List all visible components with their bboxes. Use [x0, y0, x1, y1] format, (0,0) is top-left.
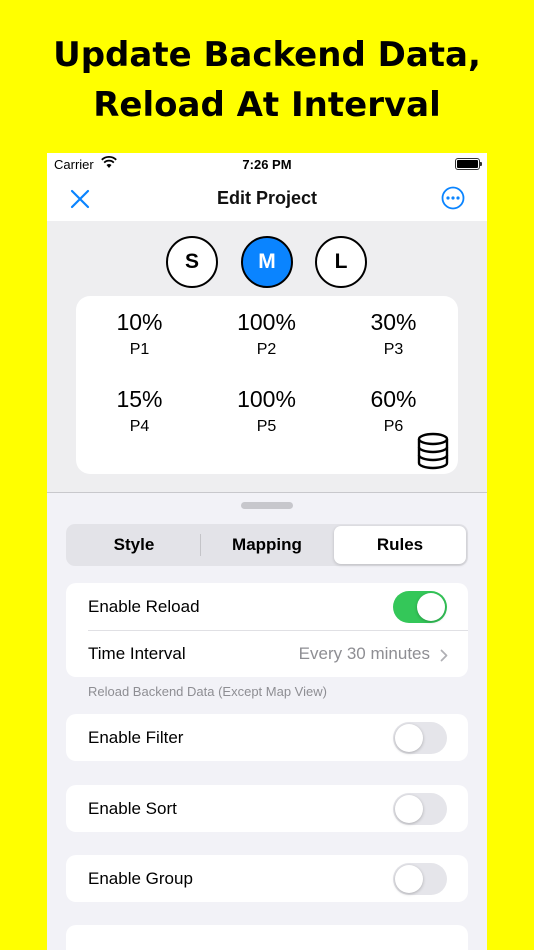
reload-settings-group: Enable Reload Time Interval Every 30 min…	[66, 583, 468, 677]
grid-cell-label: P5	[256, 418, 277, 435]
grid-cell-label: P2	[256, 341, 277, 358]
enable-sort-toggle[interactable]	[393, 793, 447, 825]
sheet-grabber[interactable]	[241, 502, 293, 509]
enable-reload-row: Enable Reload	[66, 583, 468, 630]
sort-settings-group: Enable Sort	[66, 785, 468, 832]
size-selector: S M L	[47, 236, 487, 288]
grid-cell: 10% P1	[76, 309, 203, 359]
enable-reload-label: Enable Reload	[88, 596, 200, 616]
battery-icon	[455, 158, 482, 170]
phone-screen: Carrier 7:26 PM Edit Project S M L 10% P…	[47, 153, 487, 950]
reload-footnote: Reload Backend Data (Except Map View)	[88, 684, 327, 699]
headline-line-1: Update Backend Data,	[53, 35, 481, 75]
time-interval-value-wrap: Every 30 minutes	[299, 630, 448, 677]
time-interval-value: Every 30 minutes	[298, 643, 430, 663]
size-medium-button[interactable]: M	[241, 236, 293, 288]
page-title: Edit Project	[216, 188, 318, 208]
filter-settings-group: Enable Filter	[66, 714, 468, 761]
status-bar: Carrier 7:26 PM	[47, 153, 487, 175]
time-interval-label: Time Interval	[88, 643, 186, 663]
grid-cell: 30% P3	[330, 309, 457, 359]
enable-sort-row: Enable Sort	[66, 785, 468, 832]
enable-filter-label: Enable Filter	[88, 727, 184, 747]
grid-cell-percent: 60%	[370, 386, 417, 412]
enable-sort-label: Enable Sort	[88, 798, 177, 818]
toggle-knob	[395, 724, 423, 752]
grid-cell: 100% P5	[203, 386, 330, 436]
grid-cell-percent: 10%	[116, 309, 163, 335]
chevron-right-icon	[440, 647, 448, 662]
headline-line-2: Reload At Interval	[93, 85, 441, 125]
grid-cell-percent: 15%	[116, 386, 163, 412]
database-icon[interactable]	[416, 432, 450, 470]
grid-cell: 60% P6	[330, 386, 457, 436]
project-grid-card: 10% P1 100% P2 30% P3 15% P4 100% P5 60%…	[76, 296, 458, 474]
enable-filter-toggle[interactable]	[393, 722, 447, 754]
grid-cell-label: P1	[129, 341, 150, 358]
grid-cell-label: P4	[129, 418, 150, 435]
grid-cell-percent: 30%	[370, 309, 417, 335]
preview-area: S M L 10% P1 100% P2 30% P3 15% P4 100%	[47, 221, 487, 492]
grid-cell-percent: 100%	[237, 309, 296, 335]
next-settings-group	[66, 925, 468, 950]
tab-control: Style Mapping Rules	[66, 524, 468, 566]
time-interval-row[interactable]: Time Interval Every 30 minutes	[66, 630, 468, 677]
enable-group-toggle[interactable]	[393, 863, 447, 895]
grid-cell: 100% P2	[203, 309, 330, 359]
tab-rules[interactable]: Rules	[334, 526, 466, 564]
tab-mapping[interactable]: Mapping	[201, 526, 333, 564]
grid-cell-percent: 100%	[237, 386, 296, 412]
promo-headline: Update Backend Data, Reload At Interval	[0, 30, 534, 130]
toggle-knob	[417, 593, 445, 621]
group-settings-group: Enable Group	[66, 855, 468, 902]
navigation-bar: Edit Project	[47, 175, 487, 221]
toggle-knob	[395, 865, 423, 893]
tab-style[interactable]: Style	[68, 526, 200, 564]
toggle-knob	[395, 795, 423, 823]
enable-group-label: Enable Group	[88, 868, 193, 888]
grid-cell-label: P3	[383, 341, 404, 358]
enable-reload-toggle[interactable]	[393, 591, 447, 623]
settings-sheet: Style Mapping Rules Enable Reload Time I…	[47, 492, 487, 950]
size-large-button[interactable]: L	[315, 236, 367, 288]
clock: 7:26 PM	[242, 157, 292, 172]
grid-cell: 15% P4	[76, 386, 203, 436]
ellipsis-circle-icon[interactable]	[441, 186, 465, 210]
size-small-button[interactable]: S	[166, 236, 218, 288]
enable-filter-row: Enable Filter	[66, 714, 468, 761]
enable-group-row: Enable Group	[66, 855, 468, 902]
